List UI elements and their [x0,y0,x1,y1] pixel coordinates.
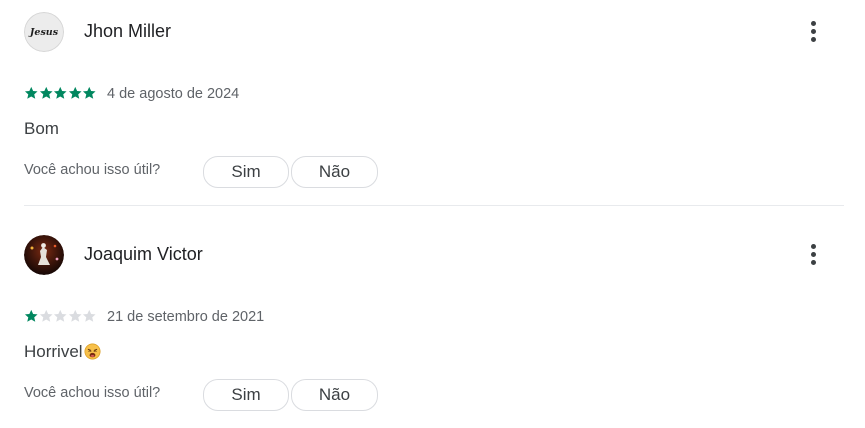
star-rating [24,308,97,324]
star-empty-icon [68,309,82,322]
more-vert-icon[interactable] [802,18,826,46]
review-date: 21 de setembro de 2021 [107,309,265,325]
more-vert-icon[interactable] [802,241,826,269]
avatar[interactable] [24,235,64,275]
author-name: Joaquim Victor [84,244,203,264]
star-filled-icon [24,86,38,99]
helpful-no-button[interactable]: Não [291,379,378,411]
helpful-yes-button[interactable]: Sim [203,156,289,188]
helpful-question: Você achou isso útil? [24,385,161,401]
star-empty-icon [53,309,67,322]
review-text-content: Bom [24,119,59,138]
star-empty-icon [39,309,53,322]
avatar-image [24,235,64,275]
star-filled-icon [82,86,96,99]
review-date: 4 de agosto de 2024 [107,86,240,102]
star-empty-icon [82,309,96,322]
avatar-image: Jesus [24,12,64,52]
review-text: Bom [24,118,59,140]
weary-face-icon [84,343,101,360]
star-filled-icon [24,309,38,322]
review-card: Jesus Jhon Miller 4 de agosto de 2024 Bo… [0,0,865,206]
helpful-question: Você achou isso útil? [24,162,161,178]
star-rating [24,85,97,101]
divider [24,205,844,206]
star-filled-icon [53,86,67,99]
review-text-content: Horrivel [24,342,83,361]
review-card: Joaquim Victor 21 de setembro de 2021 Ho… [0,223,865,428]
helpful-yes-button[interactable]: Sim [203,379,289,411]
avatar-text: Jesus [28,27,59,38]
avatar[interactable]: Jesus [24,12,64,52]
helpful-no-button[interactable]: Não [291,156,378,188]
star-filled-icon [68,86,82,99]
review-text: Horrivel [24,341,101,363]
author-name: Jhon Miller [84,21,172,41]
star-filled-icon [39,86,53,99]
